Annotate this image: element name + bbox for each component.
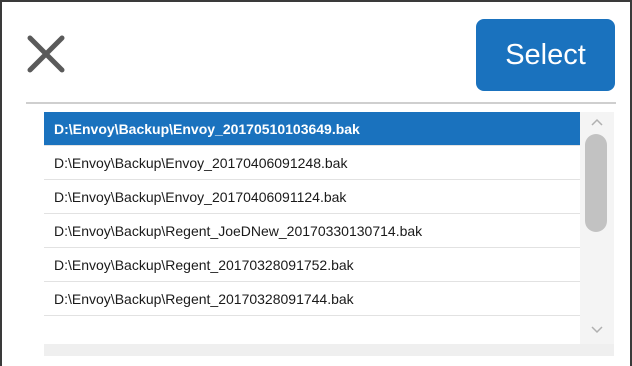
list-item[interactable]: D:\Envoy\Backup\Envoy_20170406091248.bak: [44, 146, 580, 180]
list-item[interactable]: D:\Envoy\Backup\Regent_20170328091744.ba…: [44, 282, 580, 316]
scroll-down-button[interactable]: [580, 322, 614, 340]
chevron-down-icon: [591, 326, 603, 334]
list-item-selected[interactable]: D:\Envoy\Backup\Envoy_20170510103649.bak: [44, 112, 580, 146]
list-item[interactable]: D:\Envoy\Backup\Regent_20170328091752.ba…: [44, 248, 580, 282]
close-x-icon: [27, 35, 65, 73]
backup-file-list[interactable]: D:\Envoy\Backup\Envoy_20170510103649.bak…: [44, 112, 614, 356]
horizontal-scroll-track[interactable]: [44, 344, 614, 356]
file-picker-dialog: Select D:\Envoy\Backup\Envoy_20170510103…: [0, 0, 632, 366]
header-divider: [26, 102, 616, 104]
close-button[interactable]: [24, 32, 68, 76]
scroll-thumb[interactable]: [585, 134, 607, 232]
list-item[interactable]: D:\Envoy\Backup\Regent_JoeDNew_201703301…: [44, 214, 580, 248]
vertical-scrollbar[interactable]: [580, 112, 614, 344]
chevron-up-icon: [591, 118, 603, 126]
scroll-up-button[interactable]: [580, 114, 614, 132]
file-list-items: D:\Envoy\Backup\Envoy_20170510103649.bak…: [44, 112, 580, 316]
list-item[interactable]: D:\Envoy\Backup\Envoy_20170406091124.bak: [44, 180, 580, 214]
select-button[interactable]: Select: [476, 19, 615, 91]
